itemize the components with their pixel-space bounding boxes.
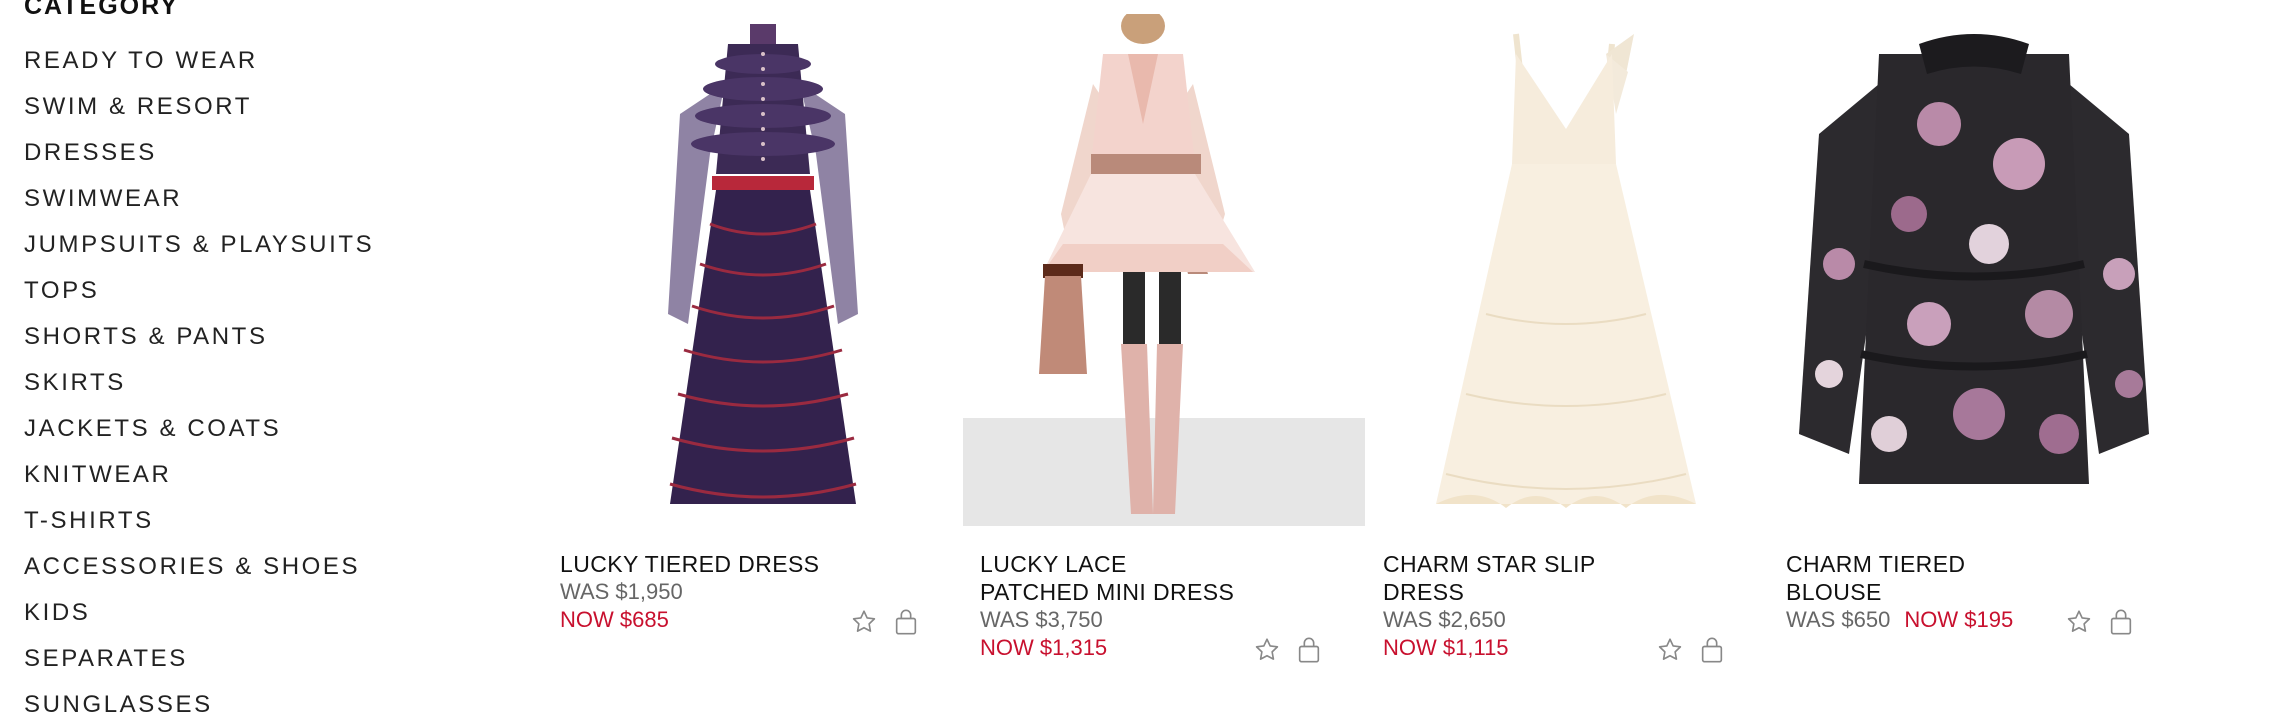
shopping-bag-outline-icon[interactable] xyxy=(1698,636,1726,664)
product-name-line2[interactable]: PATCHED MINI DRESS xyxy=(980,578,1382,606)
category-item-tops[interactable]: TOPS xyxy=(24,276,99,306)
product-was-price: WAS $2,650 xyxy=(1383,607,1506,632)
shopping-bag-outline-icon[interactable] xyxy=(892,608,920,636)
category-heading: CATEGORY xyxy=(24,0,179,20)
category-item-dresses[interactable]: DRESSES xyxy=(24,138,157,168)
category-item-swimwear[interactable]: SWIMWEAR xyxy=(24,184,182,214)
category-item-jumpsuits-playsuits[interactable]: JUMPSUITS & PLAYSUITS xyxy=(24,230,374,260)
product-now-price: NOW $195 xyxy=(1904,607,2014,632)
category-item-accessories-shoes[interactable]: ACCESSORIES & SHOES xyxy=(24,552,360,582)
dress-illustration xyxy=(963,14,1365,526)
product-actions xyxy=(1253,636,1323,664)
product-image[interactable] xyxy=(1769,14,2171,526)
shopping-bag-outline-icon[interactable] xyxy=(2107,608,2135,636)
dress-illustration xyxy=(1366,14,1768,526)
category-item-knitwear[interactable]: KNITWEAR xyxy=(24,460,171,490)
category-item-swim-resort[interactable]: SWIM & RESORT xyxy=(24,92,252,122)
product-image[interactable] xyxy=(963,14,1365,526)
product-actions xyxy=(2065,608,2135,636)
category-item-shorts-pants[interactable]: SHORTS & PANTS xyxy=(24,322,268,352)
star-outline-icon[interactable] xyxy=(1656,636,1684,664)
product-actions xyxy=(1656,636,1726,664)
product-name[interactable]: LUCKY TIERED DRESS xyxy=(560,550,962,578)
star-outline-icon[interactable] xyxy=(850,608,878,636)
product-name-line2[interactable]: BLOUSE xyxy=(1786,578,2188,606)
blouse-illustration xyxy=(1769,14,2171,526)
star-outline-icon[interactable] xyxy=(2065,608,2093,636)
dress-illustration xyxy=(560,14,962,526)
category-item-sunglasses[interactable]: SUNGLASSES xyxy=(24,690,213,720)
product-image[interactable] xyxy=(1366,14,1768,526)
product-name-line1[interactable]: CHARM TIERED xyxy=(1786,550,2188,578)
category-item-jackets-coats[interactable]: JACKETS & COATS xyxy=(24,414,281,444)
star-outline-icon[interactable] xyxy=(1253,636,1281,664)
category-item-kids[interactable]: KIDS xyxy=(24,598,90,628)
category-item-ready-to-wear[interactable]: READY TO WEAR xyxy=(24,46,258,76)
shopping-bag-outline-icon[interactable] xyxy=(1295,636,1323,664)
product-actions xyxy=(850,608,920,636)
category-item-t-shirts[interactable]: T-SHIRTS xyxy=(24,506,154,536)
category-item-skirts[interactable]: SKIRTS xyxy=(24,368,126,398)
product-image[interactable] xyxy=(560,14,962,526)
product-was-price: WAS $650 xyxy=(1786,607,1891,632)
product-name-line1[interactable]: CHARM STAR SLIP xyxy=(1383,550,1785,578)
product-was-price: WAS $1,950 xyxy=(560,579,683,604)
product-name-line2[interactable]: DRESS xyxy=(1383,578,1785,606)
product-name-line1[interactable]: LUCKY LACE xyxy=(980,550,1382,578)
product-was-price: WAS $3,750 xyxy=(980,607,1103,632)
category-item-separates[interactable]: SEPARATES xyxy=(24,644,188,674)
